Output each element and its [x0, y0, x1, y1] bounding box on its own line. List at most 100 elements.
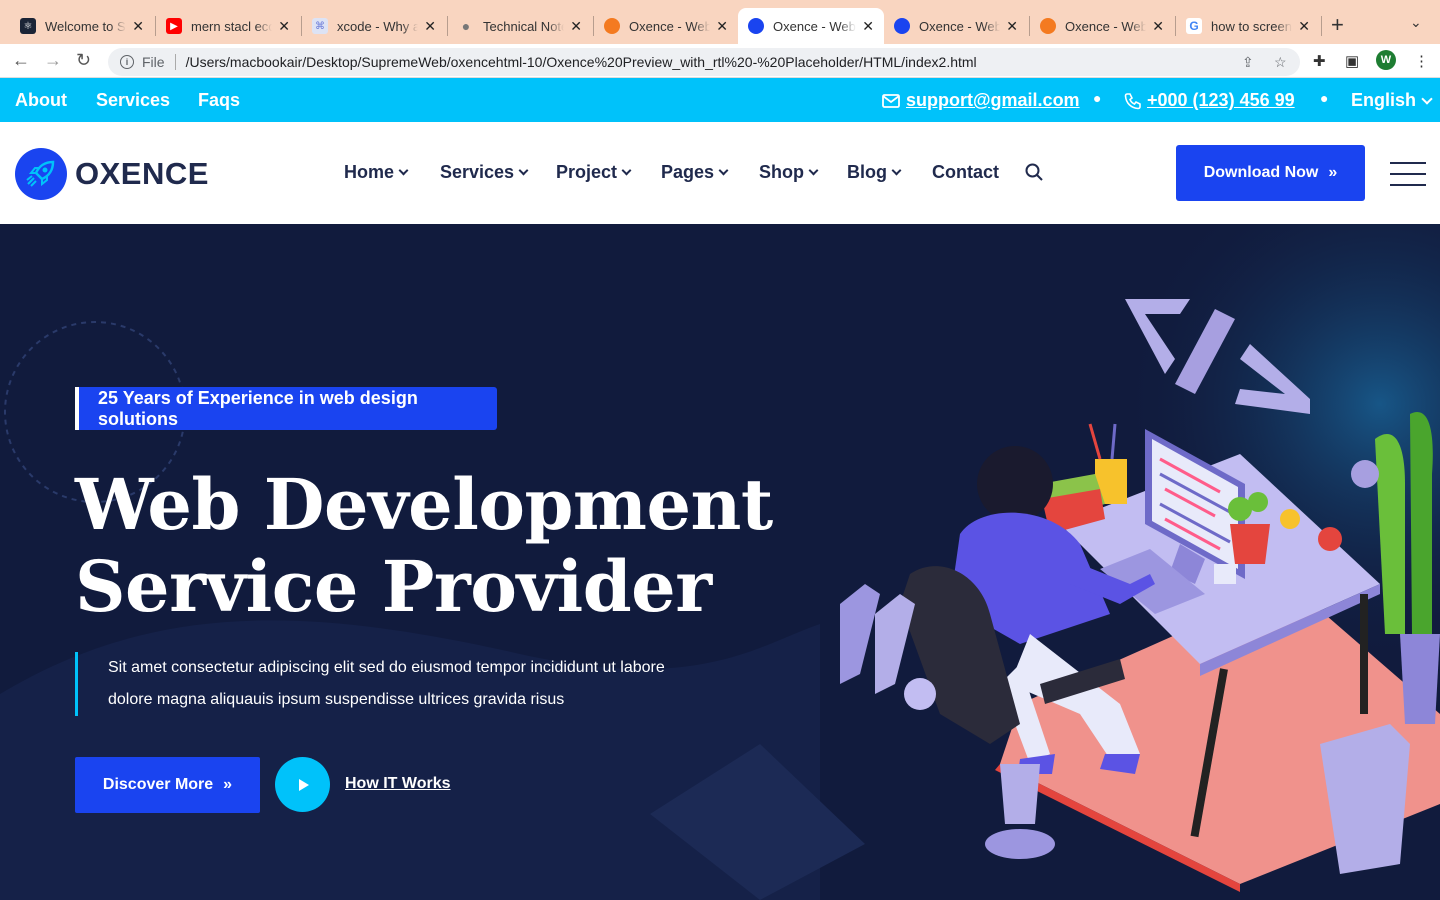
topbar-link-services[interactable]: Services [96, 90, 170, 111]
topbar-link-faqs[interactable]: Faqs [198, 90, 240, 111]
tab-title: Oxence - Web [1065, 18, 1147, 34]
mail-icon [882, 93, 900, 108]
how-it-works-link[interactable]: How IT Works [345, 775, 451, 793]
hero-lead-text: Sit amet consectetur adipiscing elit sed… [75, 652, 715, 716]
close-tab-icon[interactable]: ✕ [1152, 18, 1164, 35]
topbar-email[interactable]: support@gmail.com [882, 90, 1080, 111]
double-chevron-right-icon: » [1328, 164, 1338, 181]
nav-label: Services [440, 162, 515, 182]
tab-title: Oxence - Web [773, 18, 856, 34]
close-tab-icon[interactable]: ✕ [424, 18, 436, 35]
close-tab-icon[interactable]: ✕ [132, 18, 144, 35]
browser-tab[interactable]: ● Technical Note ✕ [448, 8, 592, 44]
bookmark-star-icon[interactable]: ☆ [1274, 54, 1287, 71]
language-label: English [1351, 90, 1417, 110]
double-chevron-right-icon: » [223, 776, 233, 793]
logo-wordmark: OXENCE [75, 156, 209, 191]
site-logo[interactable]: OXENCE [15, 148, 209, 200]
hero-title-line: Web Development [75, 463, 773, 546]
apple-icon: ● [461, 18, 471, 34]
nav-project[interactable]: Project [556, 162, 632, 183]
hero-title-line: Service Provider [75, 545, 712, 628]
nav-contact[interactable]: Contact [932, 162, 999, 183]
new-tab-icon[interactable]: + [1331, 12, 1344, 38]
tab-title: Welcome to Supreme [45, 18, 126, 34]
browser-tab[interactable]: Oxence - Web ✕ [594, 8, 738, 44]
browser-tab[interactable]: ⌘ xcode - Why am I ✕ [302, 8, 446, 44]
search-icon[interactable] [1025, 163, 1043, 181]
nav-shop[interactable]: Shop [759, 162, 819, 183]
topbar-link-about[interactable]: About [15, 90, 67, 111]
nav-home[interactable]: Home [344, 162, 409, 183]
chevron-down-icon [398, 165, 409, 176]
browser-tab[interactable]: Oxence - Web ✕ [884, 8, 1028, 44]
nav-services[interactable]: Services [440, 162, 529, 183]
nav-label: Blog [847, 162, 887, 182]
lead-line: dolore magna aliquauis ipsum suspendisse… [108, 691, 565, 708]
youtube-icon: ▶ [166, 18, 182, 34]
nav-label: Shop [759, 162, 804, 182]
hero-title: Web Development Service Provider [75, 464, 773, 628]
hamburger-menu-icon[interactable] [1390, 162, 1426, 195]
close-tab-icon[interactable]: ✕ [716, 18, 728, 35]
stackoverflow-icon: ⌘ [312, 18, 328, 34]
info-icon[interactable]: i [120, 55, 134, 69]
tab-title: Oxence - Web [629, 18, 711, 34]
tab-title: Technical Note [483, 18, 565, 34]
nav-blog[interactable]: Blog [847, 162, 902, 183]
chevron-down-icon [621, 165, 632, 176]
address-bar[interactable]: i File /Users/macbookair/Desktop/Supreme… [108, 48, 1300, 76]
browser-tab[interactable]: ▶ mern stacl ecommerce ✕ [156, 8, 300, 44]
close-tab-icon[interactable]: ✕ [1298, 18, 1310, 35]
scheme-label: File [142, 54, 165, 70]
separator-dot: ● [1320, 90, 1329, 106]
developer-illustration [840, 299, 1440, 892]
nav-label: Pages [661, 162, 715, 182]
browser-tab[interactable]: Oxence - Web ✕ [1030, 8, 1174, 44]
share-icon[interactable]: ⇪ [1242, 54, 1254, 71]
browser-tab-active[interactable]: Oxence - Web ✕ [738, 8, 884, 44]
email-link[interactable]: support@gmail.com [906, 90, 1080, 111]
topbar-phone[interactable]: +000 (123) 456 99 [1124, 90, 1295, 111]
chevron-down-icon [718, 165, 729, 176]
rocket-logo-icon [15, 148, 67, 200]
discover-more-button[interactable]: Discover More » [75, 757, 260, 813]
react-icon: ⚛ [20, 18, 36, 34]
side-panel-icon[interactable]: ▣ [1345, 52, 1359, 70]
browser-tab[interactable]: ⚛ Welcome to Supreme ✕ [10, 8, 154, 44]
play-icon [298, 778, 309, 791]
tab-search-chevron-icon[interactable]: ⌄ [1410, 14, 1422, 31]
google-icon: G [1186, 18, 1202, 34]
nav-pages[interactable]: Pages [661, 162, 729, 183]
back-icon[interactable]: ← [12, 50, 30, 71]
tab-title: how to screen [1211, 18, 1292, 34]
chevron-down-icon [518, 165, 529, 176]
url-text[interactable]: /Users/macbookair/Desktop/SupremeWeb/oxe… [186, 54, 977, 70]
phone-link[interactable]: +000 (123) 456 99 [1147, 90, 1295, 111]
nav-label: Home [344, 162, 395, 182]
discover-label: Discover More [102, 776, 214, 793]
more-menu-icon[interactable]: ⋮ [1414, 52, 1429, 70]
forward-icon[interactable]: → [44, 50, 62, 71]
browser-tab-strip: ⚛ Welcome to Supreme ✕ ▶ mern stacl ecom… [0, 0, 1440, 44]
address-bar-row: ← → ↻ i File /Users/macbookair/Desktop/S… [0, 44, 1440, 78]
extensions-icon[interactable]: ✚ [1313, 52, 1326, 70]
tab-title: xcode - Why am I [337, 18, 419, 34]
nav-label: Project [556, 162, 618, 182]
play-video-button[interactable] [275, 757, 330, 812]
tab-title: Oxence - Web [919, 18, 1001, 34]
oxence-orange-icon [604, 18, 620, 34]
download-now-button[interactable]: Download Now » [1176, 145, 1365, 201]
close-tab-icon[interactable]: ✕ [1006, 18, 1018, 35]
close-tab-icon[interactable]: ✕ [570, 18, 582, 35]
profile-avatar[interactable]: W [1376, 50, 1396, 70]
browser-tab[interactable]: G how to screen ✕ [1176, 8, 1320, 44]
close-tab-icon[interactable]: ✕ [862, 18, 874, 35]
tab-title: mern stacl ecommerce [191, 18, 273, 34]
reload-icon[interactable]: ↻ [76, 50, 91, 71]
experience-badge: 25 Years of Experience in web design sol… [75, 387, 497, 430]
language-selector[interactable]: English [1351, 90, 1433, 111]
close-tab-icon[interactable]: ✕ [278, 18, 290, 35]
top-info-bar: About Services Faqs support@gmail.com ● … [0, 78, 1440, 122]
separator-dot: ● [1093, 90, 1102, 106]
